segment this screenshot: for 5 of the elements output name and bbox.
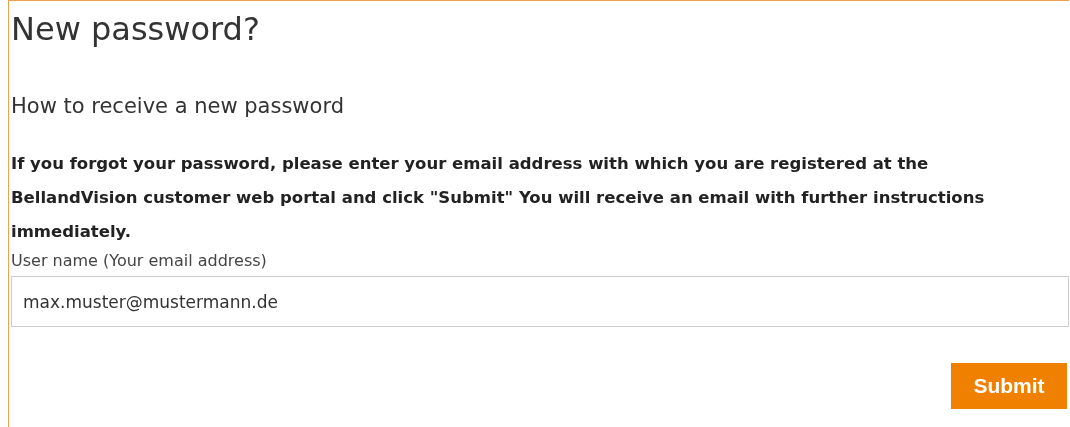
email-field[interactable]: max.muster@mustermann.de: [11, 276, 1069, 327]
section-heading: How to receive a new password: [11, 93, 345, 120]
page-title: New password?: [11, 9, 261, 50]
field-label: User name (Your email address): [11, 250, 268, 272]
instructions-text: If you forgot your password, please enter your email address with which you are registered at the BellandVision customer web portal and click "Submit" You will receive an email with further instructions immediately.: [11, 153, 986, 243]
